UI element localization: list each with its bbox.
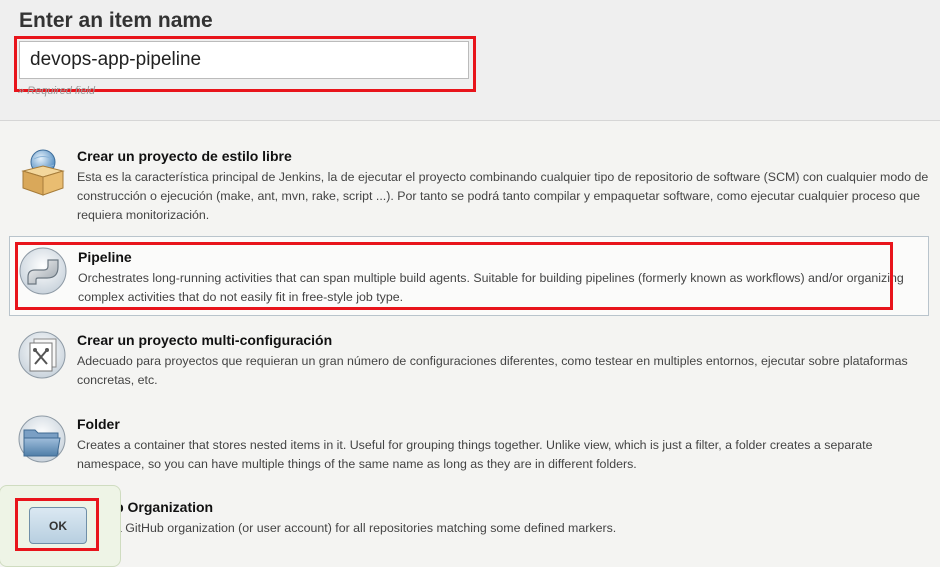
item-title: GitHub Organization bbox=[77, 499, 214, 515]
item-description: Orchestrates long-running activities tha… bbox=[78, 271, 904, 304]
item-title: Crear un proyecto multi-configuración bbox=[77, 332, 333, 348]
required-field-hint: » Required field bbox=[18, 85, 96, 97]
item-description: Creates a container that stores nested i… bbox=[77, 438, 873, 471]
item-multi-config[interactable]: Crear un proyecto multi-configuración Ad… bbox=[9, 330, 929, 400]
item-pipeline[interactable]: Pipeline Orchestrates long-running activ… bbox=[9, 236, 929, 316]
item-description: Scans a GitHub organization (or user acc… bbox=[77, 521, 617, 535]
item-name-section: Enter an item name » Required field bbox=[0, 0, 940, 121]
pipe-icon bbox=[19, 247, 67, 295]
folder-icon bbox=[18, 415, 66, 463]
item-title: Pipeline bbox=[78, 249, 132, 265]
item-title: Crear un proyecto de estilo libre bbox=[77, 148, 292, 164]
item-freestyle[interactable]: Crear un proyecto de estilo libre Esta e… bbox=[9, 146, 929, 226]
multi-config-icon bbox=[18, 331, 66, 379]
page-title: Enter an item name bbox=[19, 9, 213, 32]
item-description: Adecuado para proyectos que requieran un… bbox=[77, 354, 908, 387]
item-name-input[interactable] bbox=[19, 41, 469, 79]
ok-button[interactable]: OK bbox=[29, 507, 87, 544]
freestyle-box-icon bbox=[21, 149, 65, 196]
item-title: Folder bbox=[77, 416, 120, 432]
item-github-organization[interactable]: GitHub Organization Scans a GitHub organ… bbox=[9, 497, 929, 557]
item-description: Esta es la característica principal de J… bbox=[77, 170, 929, 222]
item-folder[interactable]: Folder Creates a container that stores n… bbox=[9, 414, 929, 484]
